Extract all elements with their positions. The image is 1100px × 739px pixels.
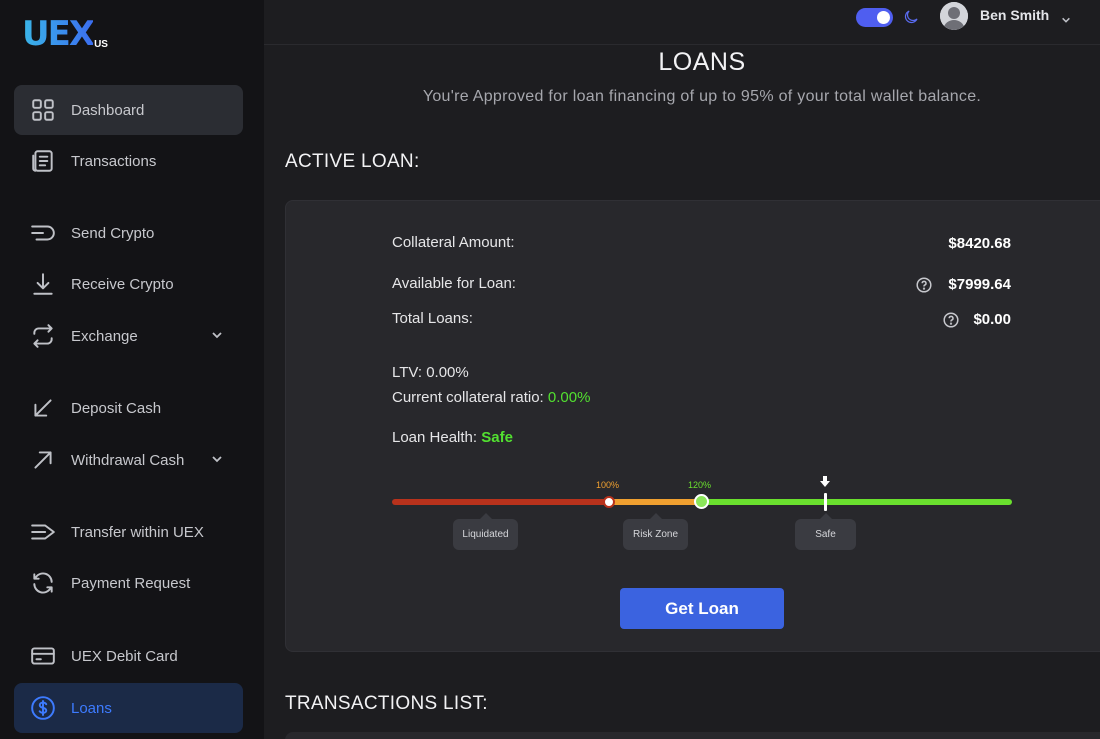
sidebar-item-label: Withdrawal Cash — [71, 451, 185, 469]
sidebar-item-label: Transfer within UEX — [71, 523, 204, 541]
page-title: LOANS — [658, 48, 746, 76]
send-icon — [30, 220, 56, 246]
moon-icon[interactable] — [902, 8, 920, 26]
sidebar-item-label: Loans — [71, 699, 112, 717]
sidebar-item-label: Dashboard — [71, 101, 145, 119]
loan-health-value: Safe — [481, 429, 513, 446]
total-loans-label: Total Loans: — [392, 310, 473, 327]
chevron-down-icon[interactable] — [1061, 12, 1071, 23]
exchange-icon — [30, 323, 56, 349]
get-loan-button[interactable]: Get Loan — [620, 588, 784, 629]
marker-120-dot — [694, 494, 709, 509]
card-icon — [30, 643, 56, 669]
sidebar-item-loans[interactable]: Loans — [14, 683, 243, 733]
topbar: Ben Smith — [264, 0, 1100, 45]
transfer-icon — [30, 519, 56, 545]
sidebar-item-uex-debit-card[interactable]: UEX Debit Card — [14, 631, 243, 681]
sidebar-item-label: Send Crypto — [71, 224, 155, 242]
ltv-row: LTV: 0.00% — [392, 364, 469, 381]
help-icon[interactable] — [916, 277, 932, 293]
sidebar-item-transfer-within-uex[interactable]: Transfer within UEX — [14, 507, 243, 557]
transactions-list-heading: TRANSACTIONS LIST: — [285, 693, 488, 714]
chevron-down-icon[interactable] — [211, 452, 223, 464]
collateral-value: $8420.68 — [948, 235, 1011, 252]
logo-text: UEX — [22, 14, 95, 54]
help-icon[interactable] — [943, 312, 959, 328]
collateral-ratio-row: Current collateral ratio: 0.00% — [392, 389, 590, 406]
marker-100-dot — [603, 496, 615, 508]
ltv-label: LTV: — [392, 364, 423, 381]
collateral-label: Collateral Amount: — [392, 234, 515, 251]
collateral-ratio-value: 0.00% — [547, 389, 591, 406]
sidebar-item-label: Transactions — [71, 152, 157, 170]
theme-toggle[interactable] — [856, 8, 893, 27]
chevron-down-icon[interactable] — [211, 328, 223, 340]
ltv-value: 0.00% — [426, 364, 469, 381]
sidebar-item-withdrawal-cash[interactable]: Withdrawal Cash — [14, 435, 243, 485]
page-subtitle: You're Approved for loan financing of up… — [422, 88, 982, 105]
available-label: Available for Loan: — [392, 275, 516, 292]
sidebar-item-label: Payment Request — [71, 574, 191, 592]
available-value: $7999.64 — [948, 276, 1011, 293]
total-loans-value: $0.00 — [973, 311, 1011, 328]
collateral-ratio-label: Current collateral ratio: — [392, 389, 544, 406]
safe-bar — [700, 499, 1012, 505]
sidebar-item-dashboard[interactable]: Dashboard — [14, 85, 243, 135]
current-position-marker — [824, 493, 827, 511]
liquidated-bar — [392, 499, 612, 505]
zone-tag-risk: Risk Zone — [623, 513, 688, 550]
sidebar-item-label: UEX Debit Card — [71, 647, 178, 665]
logo-sub: US — [94, 39, 108, 50]
zone-tag-safe: Safe — [795, 513, 856, 550]
dollar-icon — [30, 695, 56, 721]
risk-bar — [606, 499, 706, 505]
sidebar-item-label: Deposit Cash — [71, 399, 162, 417]
sidebar-item-receive-crypto[interactable]: Receive Crypto — [14, 259, 243, 309]
arrow-down-left-icon — [30, 395, 56, 421]
sidebar: UEX US Dashboard Transactions Send Crypt… — [0, 0, 264, 739]
zone-tag-liquidated: Liquidated — [453, 513, 518, 550]
loan-health-label: Loan Health: — [392, 429, 478, 446]
download-icon — [30, 271, 56, 297]
sidebar-item-transactions[interactable]: Transactions — [14, 136, 243, 186]
active-loan-heading: ACTIVE LOAN: — [285, 151, 420, 172]
sidebar-item-label: Exchange — [71, 327, 138, 345]
refresh-icon — [30, 570, 56, 596]
active-loan-card — [285, 200, 1100, 652]
sidebar-item-deposit-cash[interactable]: Deposit Cash — [14, 383, 243, 433]
sidebar-item-label: Receive Crypto — [71, 275, 174, 293]
loan-health-row: Loan Health: Safe — [392, 429, 513, 446]
sidebar-item-payment-request[interactable]: Payment Request — [14, 558, 243, 608]
marker-100-label: 100% — [596, 480, 620, 490]
avatar[interactable] — [940, 2, 968, 30]
sidebar-item-send-crypto[interactable]: Send Crypto — [14, 208, 243, 258]
marker-120-label: 120% — [688, 480, 712, 490]
transactions-card — [285, 732, 1100, 739]
document-icon — [30, 148, 56, 174]
sidebar-item-exchange[interactable]: Exchange — [14, 311, 243, 361]
user-name[interactable]: Ben Smith — [980, 7, 1049, 23]
uex-logo[interactable]: UEX US — [22, 14, 108, 54]
arrow-up-right-icon — [30, 447, 56, 473]
current-position-arrow-icon — [820, 476, 830, 487]
grid-icon — [30, 97, 56, 123]
